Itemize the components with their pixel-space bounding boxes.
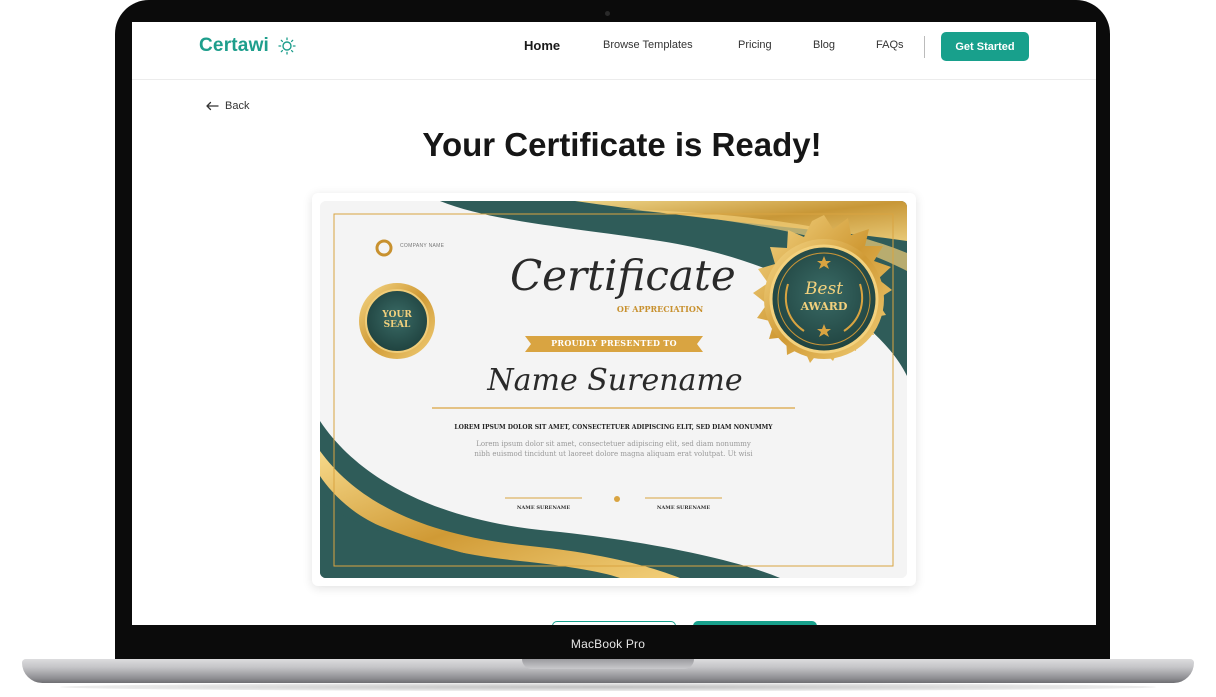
- badge-line-2: AWARD: [800, 300, 848, 313]
- nav-blog[interactable]: Blog: [813, 39, 835, 51]
- back-link[interactable]: Back: [205, 100, 249, 112]
- logo-accent-text: wi: [248, 35, 270, 56]
- screen: Certawi Home Browse Templates Pricing Bl…: [132, 22, 1096, 625]
- nav-browse-templates[interactable]: Browse Templates: [603, 39, 693, 51]
- get-started-button[interactable]: Get Started: [941, 32, 1029, 61]
- nav-home[interactable]: Home: [524, 38, 560, 53]
- body-line-1: Lorem ipsum dolor sit amet, consectetuer…: [476, 440, 751, 448]
- seal-line-1: YOUR: [382, 310, 412, 320]
- seal-line-2: SEAL: [383, 320, 411, 330]
- back-label: Back: [225, 100, 250, 112]
- nav-pricing[interactable]: Pricing: [738, 39, 772, 51]
- primary-action-button[interactable]: [693, 621, 817, 625]
- signature-right-label: NAME SURENAME: [656, 505, 711, 511]
- presented-ribbon: PROUDLY PRESENTED TO: [551, 338, 677, 348]
- laptop-shadow: [60, 683, 1156, 691]
- logo-text: Certa: [199, 35, 249, 56]
- certificate-subheading: OF APPRECIATION: [616, 304, 704, 314]
- company-name: COMPANY NAME: [400, 243, 445, 249]
- recipient-name: Name Surename: [487, 363, 743, 398]
- body-line-2: nibh euismod tincidunt ut laoreet dolore…: [474, 450, 753, 458]
- laptop-notch: [522, 659, 694, 669]
- device-label: MacBook Pro: [570, 637, 646, 651]
- certificate-image: COMPANY NAME Certificate OF APPRECIATION…: [320, 201, 907, 578]
- nav-divider: [924, 36, 925, 58]
- camera-icon: [605, 11, 610, 16]
- page-title: Your Certificate is Ready!: [422, 126, 822, 163]
- certificate-heading: Certificate: [510, 251, 736, 300]
- arrow-left-icon: [206, 101, 219, 111]
- nav-faqs[interactable]: FAQs: [876, 39, 904, 51]
- navbar: Certawi Home Browse Templates Pricing Bl…: [132, 22, 1096, 80]
- lightbulb-icon: [278, 37, 296, 55]
- secondary-action-button[interactable]: [552, 621, 676, 625]
- body-bold: LOREM IPSUM DOLOR SIT AMET, CONSECTETUER…: [454, 424, 773, 431]
- logo[interactable]: Certawi: [199, 35, 269, 57]
- certificate-card: COMPANY NAME Certificate OF APPRECIATION…: [312, 193, 916, 586]
- signature-left-label: NAME SURENAME: [516, 505, 571, 511]
- badge-line-1: Best: [804, 279, 844, 299]
